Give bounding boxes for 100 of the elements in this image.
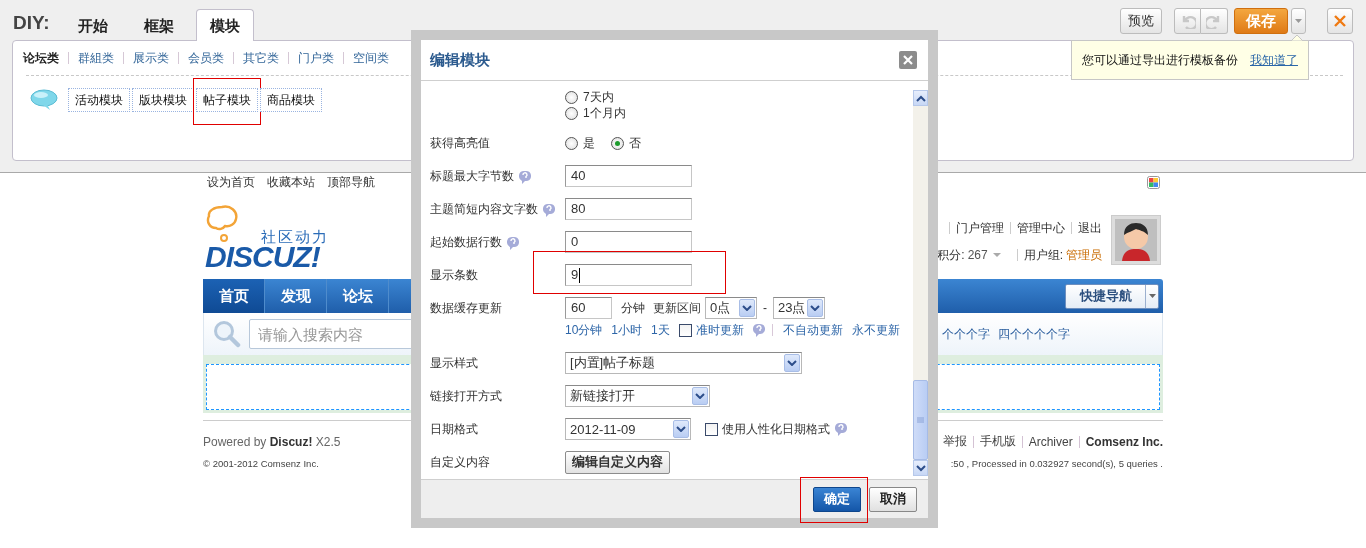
category-link[interactable]: 空间类 (353, 49, 389, 67)
radio-label: 否 (629, 134, 641, 152)
footer-link[interactable]: 手机版 (979, 433, 1016, 450)
help-icon (751, 323, 766, 337)
field-label: 链接打开方式 (430, 388, 502, 405)
scroll-thumb[interactable] (913, 380, 928, 460)
hot-word-link[interactable]: 四个个个个字 (998, 325, 1070, 343)
hot-word-link[interactable]: 个个个字 (942, 325, 990, 343)
field-label: 起始数据行数 (430, 234, 502, 251)
close-button[interactable] (1327, 8, 1353, 34)
user-link[interactable]: 退出 (1078, 219, 1102, 237)
group-value[interactable]: 管理员 (1066, 246, 1102, 264)
dismiss-link[interactable]: 我知道了 (1250, 51, 1298, 69)
close-icon (903, 55, 913, 65)
scroll-down-icon[interactable] (913, 460, 928, 476)
category-link[interactable]: 论坛类 (23, 49, 59, 67)
user-link[interactable]: 管理中心 (1017, 219, 1065, 237)
checkbox-label: 使用人性化日期格式 (722, 420, 830, 438)
module-item[interactable]: 帖子模块 (196, 88, 258, 112)
help-icon (834, 422, 848, 436)
radio-label: 7天内 (583, 88, 614, 106)
radio-button[interactable] (565, 136, 578, 150)
field-label: 显示条数 (430, 267, 478, 284)
credits-value[interactable]: 267 (967, 248, 988, 262)
category-link[interactable]: 其它类 (243, 49, 279, 67)
field-label: 自定义内容 (430, 454, 490, 471)
tab[interactable]: 模块 (196, 9, 254, 41)
edit-button[interactable]: 编辑自定义内容 (565, 450, 670, 474)
speech-bubble-icon (30, 89, 58, 111)
preset-link[interactable]: 1小时 (611, 321, 643, 339)
category-link[interactable]: 门户类 (298, 49, 334, 67)
powered-by-text: Powered by Discuz! X2.5 (203, 434, 341, 449)
field-label: 显示样式 (430, 355, 478, 372)
footer-link[interactable]: Comsenz Inc. (1085, 434, 1163, 449)
top-link[interactable]: 设为首页 (207, 173, 255, 191)
tab[interactable]: 开始 (64, 9, 122, 41)
category-link[interactable]: 群組类 (78, 49, 114, 67)
close-icon (1334, 15, 1346, 27)
preview-button[interactable]: 预览 (1120, 8, 1162, 34)
caret-icon (992, 253, 1001, 257)
tab[interactable]: 框架 (130, 9, 188, 41)
input-field[interactable]: 0 (565, 231, 692, 253)
dropdown[interactable]: 0点 (705, 297, 757, 319)
dropdown[interactable]: 23点 (773, 297, 825, 319)
checkbox[interactable] (678, 323, 692, 337)
checkbox[interactable] (705, 422, 718, 436)
tooltip-text: 您可以通过导出进行模板备份 (1082, 51, 1238, 69)
module-item[interactable]: 版块模块 (132, 88, 194, 112)
dash-text: - (763, 301, 767, 315)
input-field[interactable]: 60 (565, 297, 612, 319)
dropdown-button[interactable] (1291, 8, 1306, 34)
scrollbar[interactable] (913, 90, 928, 476)
palette-icon (1147, 175, 1160, 189)
radio-button[interactable] (565, 106, 578, 120)
input-field[interactable]: 80 (565, 198, 692, 220)
field-label: 主题简短内容文字数 (430, 201, 538, 218)
redo-icon (1206, 13, 1222, 29)
stats-text: :50 , Processed in 0.032927 second(s), 5 queries . (950, 458, 1163, 469)
option-link[interactable]: 永不更新 (851, 321, 900, 339)
cancel-button[interactable]: 取消 (869, 486, 917, 512)
caret-icon (1295, 19, 1302, 23)
option-link[interactable]: 不自动更新 (782, 321, 843, 339)
field-label: 标题最大字节数 (430, 168, 514, 185)
input-field[interactable]: 9 (565, 264, 692, 286)
category-link[interactable]: 会员类 (188, 49, 224, 67)
dialog-title: 编辑模块 (430, 50, 490, 70)
confirm-button[interactable]: 确定 (813, 486, 861, 512)
field-label: 获得高亮值 (430, 135, 490, 152)
quick-nav-button[interactable]: 快捷导航 (1066, 284, 1146, 308)
caret-icon (1148, 294, 1156, 298)
module-item[interactable]: 活动模块 (68, 88, 130, 112)
radio-label: 是 (583, 134, 595, 152)
radio-button[interactable] (611, 136, 624, 150)
preset-link[interactable]: 10分钟 (565, 321, 603, 339)
top-link[interactable]: 收藏本站 (267, 173, 315, 191)
group-label: 用户组: (1023, 246, 1063, 264)
top-link[interactable]: 顶部导航 (327, 173, 375, 191)
dropdown[interactable]: 2012-11-09 (565, 418, 691, 440)
nav-tab[interactable]: 首页 (203, 279, 265, 313)
module-item[interactable]: 商品模块 (260, 88, 322, 112)
dropdown[interactable]: 新链接打开 (565, 385, 710, 407)
radio-button[interactable] (565, 90, 578, 104)
footer-link[interactable]: 举报 (942, 433, 967, 450)
close-button[interactable] (899, 51, 917, 69)
category-link[interactable]: 展示类 (133, 49, 169, 67)
radio-label: 1个月内 (583, 104, 626, 122)
footer-link[interactable]: Archiver (1028, 434, 1073, 449)
diy-label: DIY: (13, 12, 51, 34)
user-link[interactable]: 门户管理 (956, 219, 1004, 237)
field-label: 日期格式 (430, 421, 478, 438)
search-icon (213, 320, 241, 348)
field-label: 数据缓存更新 (430, 300, 502, 317)
input-field[interactable]: 40 (565, 165, 692, 187)
copyright-text: © 2001-2012 Comsenz Inc. (203, 458, 319, 469)
scroll-up-icon[interactable] (913, 90, 928, 106)
range-label: 更新区间 (653, 299, 701, 317)
preset-link[interactable]: 1天 (651, 321, 670, 339)
thought-bubble-icon (205, 205, 241, 243)
dropdown[interactable]: [内置]帖子标题 (565, 352, 802, 374)
avatar (1111, 215, 1161, 265)
